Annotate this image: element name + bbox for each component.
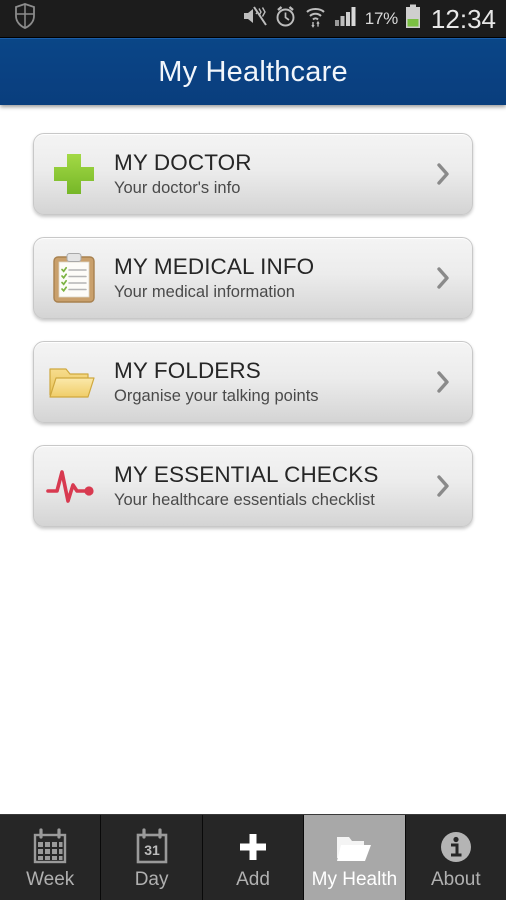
- card-my-doctor[interactable]: MY DOCTOR Your doctor's info: [33, 133, 473, 215]
- signal-icon: [334, 5, 358, 32]
- tab-label: Week: [26, 869, 75, 890]
- status-bar-right: 17% 12:34: [241, 4, 506, 34]
- tab-week[interactable]: Week: [0, 815, 102, 900]
- mute-icon: [241, 5, 267, 32]
- alarm-icon: [274, 5, 297, 33]
- folder-icon: [335, 826, 373, 866]
- tab-about[interactable]: About: [405, 815, 506, 900]
- card-title: MY DOCTOR: [114, 149, 252, 175]
- calendar-day-icon: 31: [133, 826, 171, 866]
- status-bar-left: [0, 3, 36, 34]
- battery-icon: [405, 4, 421, 34]
- page-title: My Healthcare: [158, 55, 348, 88]
- card-text: MY DOCTOR Your doctor's info: [102, 150, 428, 199]
- card-my-folders[interactable]: MY FOLDERS Organise your talking points: [33, 341, 473, 423]
- card-title: MY ESSENTIAL CHECKS: [114, 461, 379, 487]
- chevron-right-icon: [428, 161, 462, 187]
- card-subtitle: Your healthcare essentials checklist: [114, 491, 375, 510]
- card-subtitle: Your medical information: [114, 283, 295, 302]
- tab-label: Add: [236, 869, 270, 890]
- card-subtitle: Organise your talking points: [114, 387, 319, 406]
- bottom-tab-bar: Week 31 Day Add My Health About: [0, 814, 506, 900]
- chevron-right-icon: [428, 265, 462, 291]
- clipboard-icon: [46, 250, 102, 306]
- title-bar: My Healthcare: [0, 38, 506, 105]
- card-my-medical-info[interactable]: MY MEDICAL INFO Your medical information: [33, 237, 473, 319]
- calendar-week-icon: [31, 826, 69, 866]
- tab-label: Day: [134, 869, 169, 890]
- tab-label: My Health: [311, 869, 398, 890]
- svg-text:31: 31: [144, 842, 160, 858]
- chevron-right-icon: [428, 369, 462, 395]
- status-bar: 17% 12:34: [0, 0, 506, 38]
- folder-icon: [46, 354, 102, 410]
- card-subtitle: Your doctor's info: [114, 179, 241, 198]
- main-content: MY DOCTOR Your doctor's info MY MEDICAL …: [0, 105, 506, 814]
- card-my-essential-checks[interactable]: MY ESSENTIAL CHECKS Your healthcare esse…: [33, 445, 473, 527]
- shield-icon: [14, 3, 36, 34]
- card-title: MY FOLDERS: [114, 357, 261, 383]
- card-text: MY MEDICAL INFO Your medical information: [102, 254, 428, 303]
- tab-label: About: [431, 869, 481, 890]
- card-title: MY MEDICAL INFO: [114, 253, 315, 279]
- battery-percent: 17%: [364, 8, 398, 28]
- plus-icon: [234, 826, 272, 866]
- status-bar-clock: 12:34: [430, 3, 496, 34]
- tab-day[interactable]: 31 Day: [101, 815, 203, 900]
- tab-add[interactable]: Add: [202, 815, 305, 900]
- card-text: MY FOLDERS Organise your talking points: [102, 358, 428, 407]
- card-text: MY ESSENTIAL CHECKS Your healthcare esse…: [102, 462, 428, 511]
- wifi-icon: [304, 5, 327, 33]
- info-icon: [437, 826, 475, 866]
- heartbeat-icon: [46, 458, 102, 514]
- phone-screen: 17% 12:34 My Healthcare MY DOCTOR Your d…: [0, 0, 506, 900]
- tab-my-health[interactable]: My Health: [304, 815, 406, 900]
- green-cross-icon: [46, 146, 102, 202]
- chevron-right-icon: [428, 473, 462, 499]
